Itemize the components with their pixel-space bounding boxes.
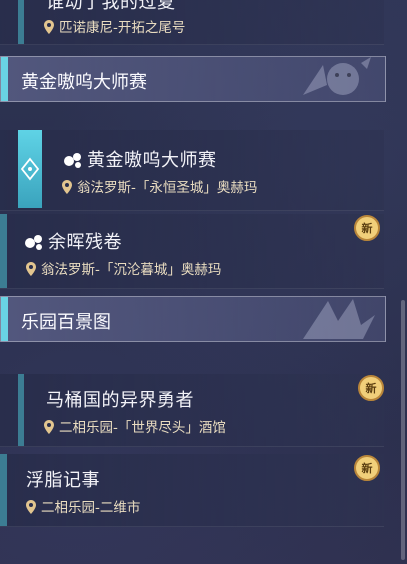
diamond-icon (20, 157, 40, 181)
quest-item[interactable]: 马桶国的异界勇者 二相乐园-「世界尽头」酒馆 新 (0, 374, 384, 447)
quest-title: 谁动了我的过夏 (46, 0, 176, 13)
quest-item[interactable]: 浮脂记事 二相乐园-二维市 新 (0, 454, 384, 527)
quest-location-text: 二相乐园-二维市 (41, 500, 141, 516)
section-header[interactable]: 乐园百景图 (0, 296, 386, 342)
quest-item[interactable]: 余晖残卷 翁法罗斯-「沉沦暮城」奥赫玛 新 (0, 214, 384, 289)
quest-title-text: 黄金嗷呜大师赛 (87, 150, 217, 171)
quest-title: 黄金嗷呜大师赛 (63, 146, 217, 172)
quest-location: 二相乐园-「世界尽头」酒馆 (44, 416, 226, 436)
quest-location: 翁法罗斯-「沉沦暮城」奥赫玛 (26, 258, 221, 278)
new-badge-text: 新 (365, 382, 377, 395)
quest-bar (18, 374, 24, 446)
quest-title: 马桶国的异界勇者 (46, 390, 194, 411)
quest-bar (18, 0, 24, 44)
quest-location-text: 二相乐园-「世界尽头」酒馆 (59, 420, 226, 436)
quest-location: 匹诺康尼-开拓之尾号 (44, 16, 185, 36)
selected-indicator (18, 130, 42, 208)
section-accent (1, 57, 8, 101)
paw-icon (64, 153, 81, 168)
new-badge-text: 新 (361, 222, 373, 235)
quest-location-text: 翁法罗斯-「沉沦暮城」奥赫玛 (41, 262, 222, 278)
section-title: 乐园百景图 (21, 312, 111, 333)
location-pin-icon (44, 420, 54, 434)
quest-location-text: 翁法罗斯-「永恒圣城」奥赫玛 (77, 180, 258, 196)
location-pin-icon (26, 500, 36, 514)
mascot-art-icon (303, 57, 371, 95)
quest-title: 余晖残卷 (24, 228, 122, 254)
new-badge: 新 (352, 214, 382, 242)
quest-location-text: 匹诺康尼-开拓之尾号 (59, 20, 186, 36)
scrollbar[interactable] (401, 300, 405, 560)
quest-item-selected[interactable]: 黄金嗷呜大师赛 翁法罗斯-「永恒圣城」奥赫玛 (0, 130, 384, 211)
quest-title: 浮脂记事 (26, 470, 100, 491)
quest-item-top[interactable]: 谁动了我的过夏 匹诺康尼-开拓之尾号 (0, 0, 384, 45)
quest-title-text: 余晖残卷 (48, 232, 122, 253)
quest-bar (0, 454, 7, 526)
location-pin-icon (26, 262, 36, 276)
location-pin-icon (62, 180, 72, 194)
section-header[interactable]: 黄金嗷呜大师赛 (0, 56, 386, 102)
location-pin-icon (44, 20, 54, 34)
quest-bar (0, 214, 7, 288)
section-title: 黄金嗷呜大师赛 (21, 72, 147, 93)
quest-location: 翁法罗斯-「永恒圣城」奥赫玛 (62, 176, 257, 196)
new-badge: 新 (356, 374, 386, 402)
section-accent (1, 297, 8, 341)
new-badge-text: 新 (361, 462, 373, 475)
dragon-art-icon (303, 299, 375, 339)
quest-location: 二相乐园-二维市 (26, 496, 140, 516)
new-badge: 新 (352, 454, 382, 482)
paw-icon (25, 235, 42, 250)
